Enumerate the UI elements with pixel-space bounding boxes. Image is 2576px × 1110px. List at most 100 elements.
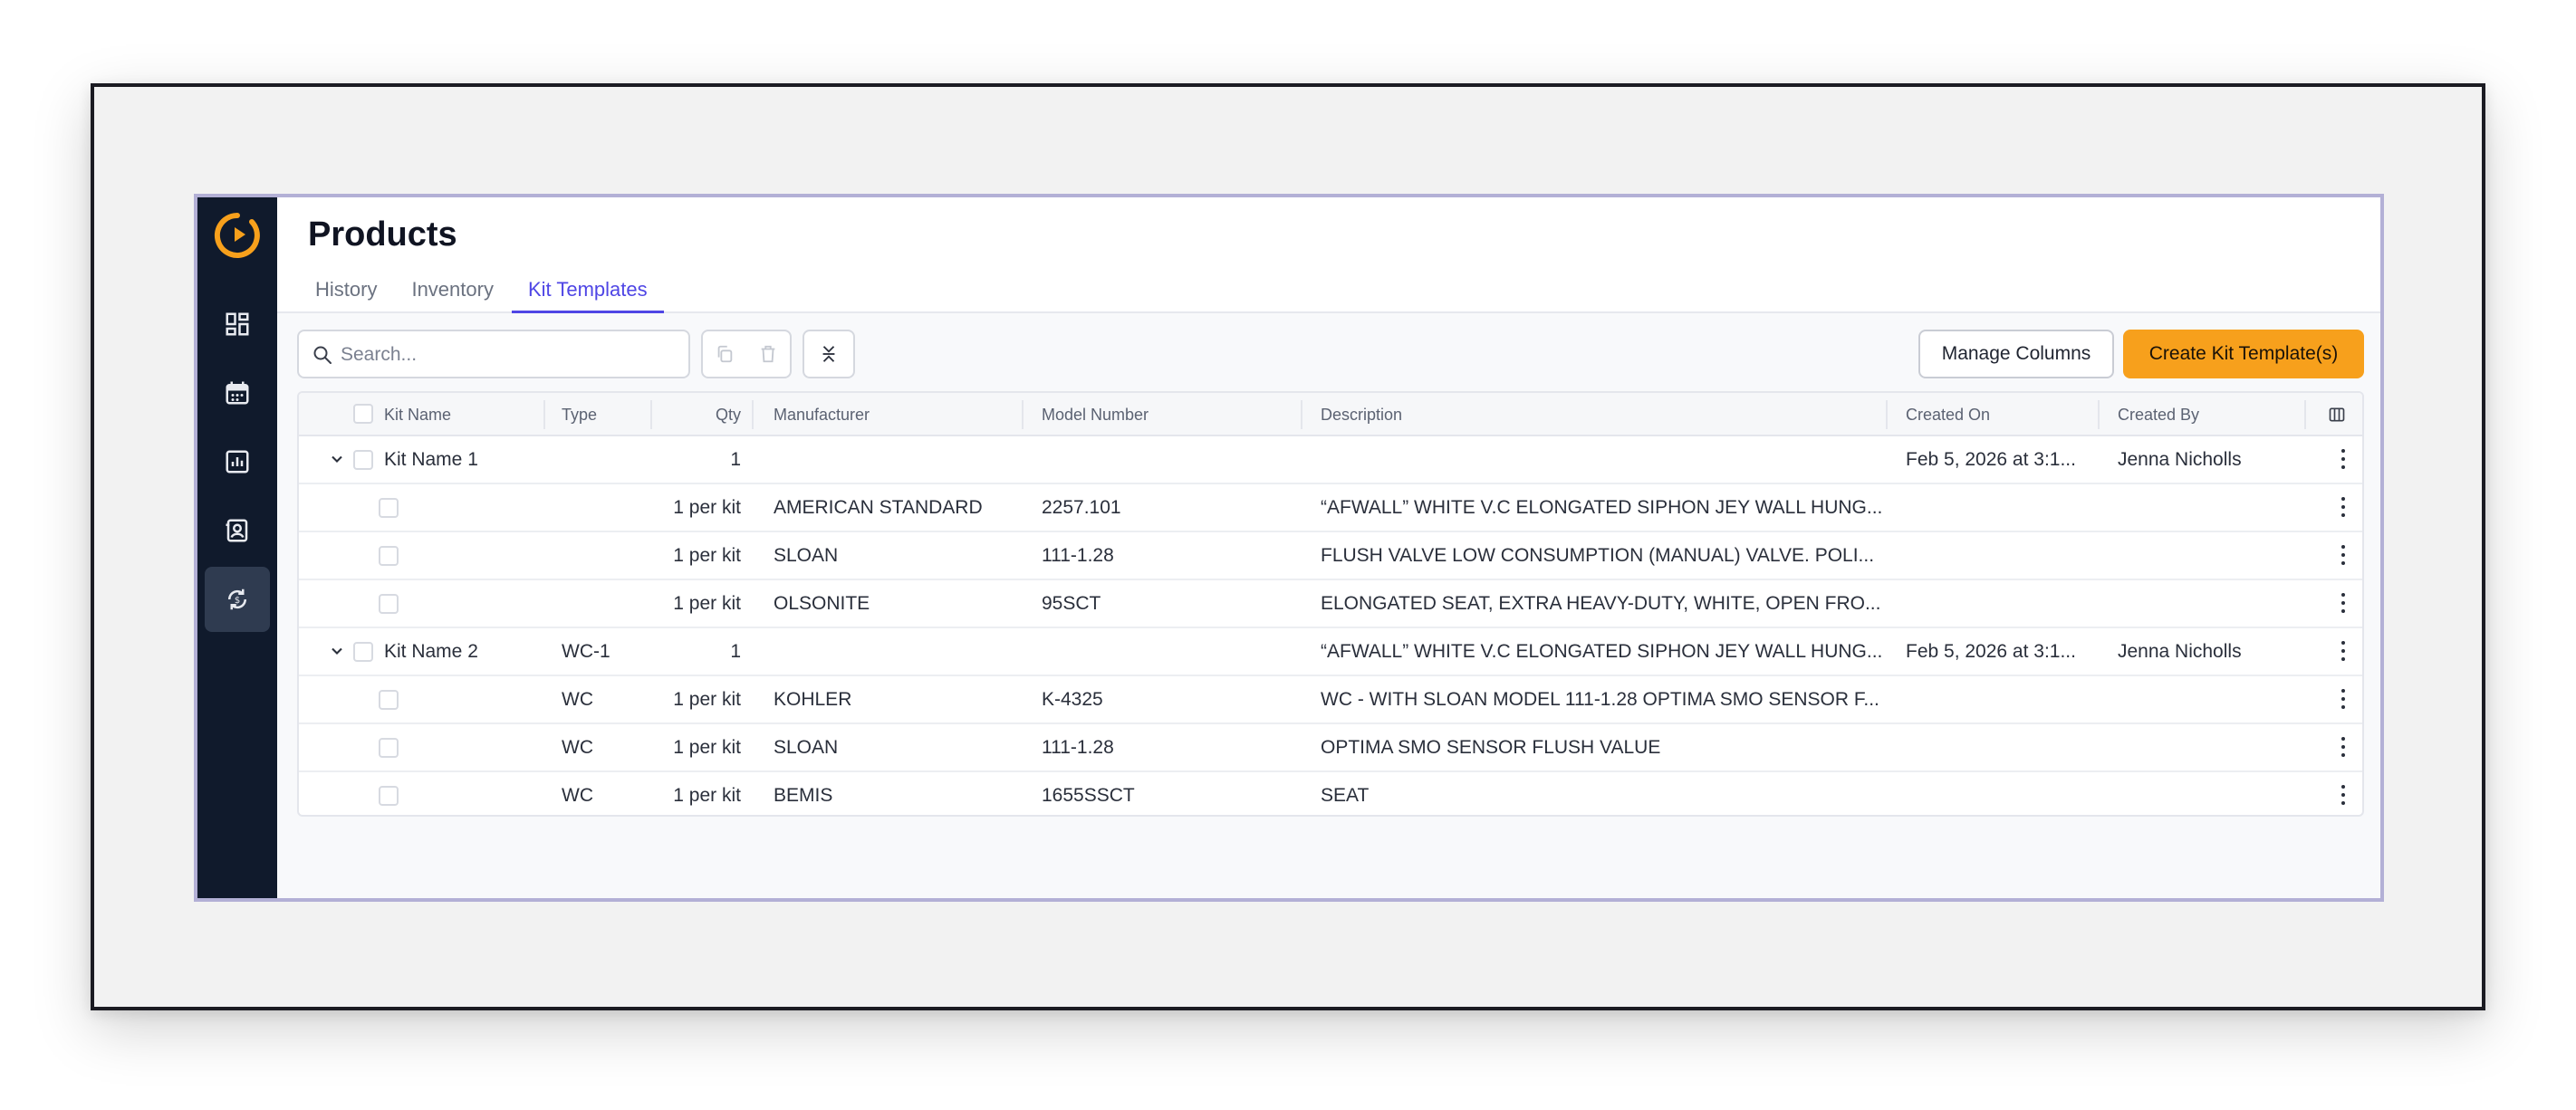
created-by-cell: Jenna Nicholls <box>2118 641 2242 662</box>
manage-columns-button[interactable]: Manage Columns <box>1918 330 2114 378</box>
sidebar-item-contacts[interactable] <box>205 498 270 563</box>
manufacturer-cell: SLOAN <box>774 545 839 566</box>
create-kit-template-button[interactable]: Create Kit Template(s) <box>2123 330 2364 378</box>
type-cell: WC-1 <box>562 641 610 662</box>
bulk-action-group <box>701 330 792 378</box>
kit-item-row[interactable]: 1 per kit AMERICAN STANDARD 2257.101 “AFWAL… <box>299 484 2362 532</box>
type-cell: WC <box>562 737 593 758</box>
model-number-cell: 111-1.28 <box>1042 545 1114 566</box>
logo-icon[interactable] <box>212 210 263 261</box>
qty-cell: 1 per kit <box>673 785 741 806</box>
created-on-cell: Feb 5, 2026 at 3:1... <box>1906 449 2076 470</box>
contact-card-icon <box>226 519 248 542</box>
row-actions-icon[interactable] <box>2341 689 2346 709</box>
row-actions-icon[interactable] <box>2341 497 2346 517</box>
row-checkbox[interactable] <box>379 690 399 710</box>
column-header-qty[interactable]: Qty <box>661 393 741 436</box>
row-checkbox[interactable] <box>353 450 373 470</box>
column-header-created-on[interactable]: Created On <box>1906 393 1990 436</box>
row-actions-icon[interactable] <box>2341 737 2346 757</box>
type-cell: WC <box>562 689 593 710</box>
created-on-cell <box>1906 724 2096 770</box>
page-header: Products History Inventory Kit Templates <box>277 197 2380 313</box>
report-chart-icon <box>226 450 249 474</box>
row-checkbox[interactable] <box>379 786 399 806</box>
column-divider[interactable] <box>2304 400 2306 429</box>
trash-icon <box>761 345 775 363</box>
row-checkbox[interactable] <box>379 498 399 518</box>
column-divider[interactable] <box>1301 400 1302 429</box>
sidebar-item-products[interactable]: $ <box>205 567 270 632</box>
column-divider[interactable] <box>1022 400 1024 429</box>
collapse-all-button[interactable] <box>803 330 855 378</box>
tab-inventory[interactable]: Inventory <box>395 275 510 313</box>
column-header-type[interactable]: Type <box>562 393 597 436</box>
created-by-cell <box>2118 532 2299 579</box>
column-header-description[interactable]: Description <box>1321 393 1402 436</box>
sidebar-item-calendar[interactable] <box>205 360 270 426</box>
row-checkbox[interactable] <box>379 546 399 566</box>
svg-text:$: $ <box>235 596 240 606</box>
kit-item-row[interactable]: WC 1 per kit BEMIS 1655SSCT SEAT <box>299 772 2362 815</box>
created-on-cell: Feb 5, 2026 at 3:1... <box>1906 641 2076 662</box>
sidebar-item-reports[interactable] <box>205 429 270 494</box>
column-header-manufacturer[interactable]: Manufacturer <box>774 393 870 436</box>
search-input[interactable] <box>341 340 676 369</box>
chevron-down-icon[interactable] <box>328 450 346 468</box>
column-divider[interactable] <box>2098 400 2100 429</box>
column-divider[interactable] <box>752 400 754 429</box>
created-by-cell: Jenna Nicholls <box>2118 449 2242 470</box>
app-window: $ Products History Inventory Kit Templat… <box>194 194 2384 902</box>
column-header-model-number[interactable]: Model Number <box>1042 393 1149 436</box>
column-divider[interactable] <box>1886 400 1888 429</box>
description-cell <box>1321 436 1882 483</box>
select-all-checkbox[interactable] <box>353 404 373 424</box>
calendar-icon <box>226 381 249 405</box>
qty-cell: 1 per kit <box>673 497 741 518</box>
row-actions-icon[interactable] <box>2341 593 2346 613</box>
sync-products-icon: $ <box>227 588 247 610</box>
manufacturer-cell: KOHLER <box>774 689 852 710</box>
copy-button[interactable] <box>703 331 746 377</box>
column-header-created-by[interactable]: Created By <box>2118 393 2199 436</box>
tab-kit-templates[interactable]: Kit Templates <box>511 275 664 313</box>
sidebar: $ <box>197 197 277 898</box>
qty-cell: 1 per kit <box>673 737 741 758</box>
column-divider[interactable] <box>543 400 545 429</box>
kit-item-row[interactable]: 1 per kit OLSONITE 95SCT ELONGATED SEAT, EX… <box>299 580 2362 628</box>
created-by-cell <box>2118 580 2299 627</box>
kit-row[interactable]: Kit Name 1 1 Feb 5, 2026 at 3:1... Jenna Ni… <box>299 436 2362 484</box>
model-number-cell: 111-1.28 <box>1042 737 1114 758</box>
kit-item-row[interactable]: WC 1 per kit SLOAN 111-1.28 OPTIMA SMO SENSO… <box>299 724 2362 772</box>
sidebar-item-dashboard[interactable] <box>205 292 270 357</box>
table-header: Kit Name Type Qty Manufacturer Model Num… <box>299 393 2362 436</box>
column-divider[interactable] <box>650 400 652 429</box>
row-checkbox[interactable] <box>379 738 399 758</box>
description-cell: “AFWALL” WHITE V.C ELONGATED SIPHON JEY … <box>1321 641 1882 662</box>
kit-item-row[interactable]: WC 1 per kit KOHLER K-4325 WC - WITH SLOAN M… <box>299 676 2362 724</box>
qty-cell: 1 per kit <box>673 593 741 614</box>
kit-item-row[interactable]: 1 per kit SLOAN 111-1.28 FLUSH VALVE LOW CO… <box>299 532 2362 580</box>
chevron-down-icon[interactable] <box>328 642 346 660</box>
column-header-kit-name[interactable]: Kit Name <box>384 393 451 436</box>
kit-row[interactable]: Kit Name 2 WC-1 1 “AFWALL” WHITE V.C ELONGA… <box>299 628 2362 676</box>
column-settings-icon[interactable] <box>2328 406 2346 424</box>
created-by-cell <box>2118 676 2299 722</box>
delete-button[interactable] <box>746 331 790 377</box>
search-icon <box>313 346 332 364</box>
qty-cell: 1 per kit <box>673 689 741 710</box>
kit-name-cell: Kit Name 2 <box>384 641 478 662</box>
row-actions-icon[interactable] <box>2341 449 2346 469</box>
model-number-cell: 1655SSCT <box>1042 785 1135 806</box>
row-actions-icon[interactable] <box>2341 545 2346 565</box>
qty-cell: 1 <box>730 449 741 470</box>
row-actions-icon[interactable] <box>2341 641 2346 661</box>
row-checkbox[interactable] <box>379 594 399 614</box>
description-cell: “AFWALL” WHITE V.C ELONGATED SIPHON JEY … <box>1321 497 1882 518</box>
row-actions-icon[interactable] <box>2341 785 2346 805</box>
description-cell: SEAT <box>1321 785 1370 806</box>
type-cell: WC <box>562 785 593 806</box>
tab-history[interactable]: History <box>299 275 393 313</box>
qty-cell: 1 <box>730 641 741 662</box>
row-checkbox[interactable] <box>353 642 373 662</box>
